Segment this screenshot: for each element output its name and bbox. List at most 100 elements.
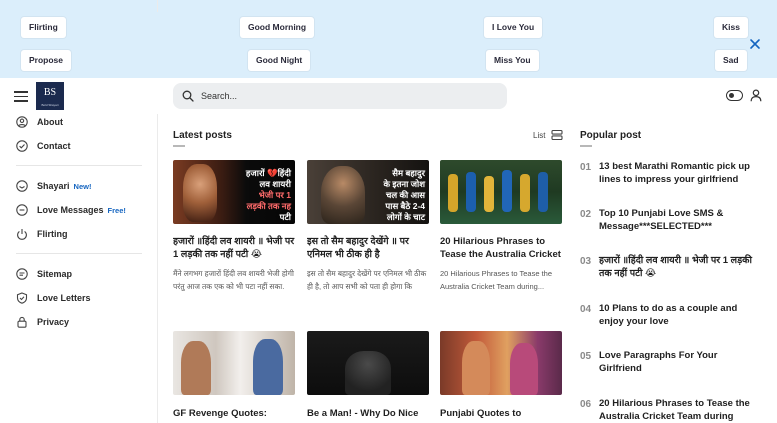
post-title[interactable]: Punjabi Quotes to (440, 407, 562, 423)
sidebar-item-label: Love Messages (37, 205, 104, 215)
sidebar-item-flirting[interactable]: Flirting (16, 227, 68, 241)
tag-good-morning[interactable]: Good Morning (240, 17, 315, 38)
post-snippet: इस तो सैम बहादुर देखेंगे पर एनिमल भी ठीक… (307, 269, 427, 291)
logo-subtext: Bold Shayari (41, 103, 59, 107)
player-figure (448, 174, 458, 212)
popular-item[interactable]: 01 13 best Marathi Romantic pick up line… (580, 160, 765, 186)
new-badge: New! (73, 181, 92, 191)
post-card[interactable]: 20 Hilarious Phrases to Tease the Austra… (440, 160, 562, 293)
post-card[interactable]: सैम बहादुर के इतना जोश चल की आस पास बैठे… (307, 160, 429, 293)
sidebar-item-label: Privacy (37, 317, 70, 327)
rank-number: 04 (580, 304, 592, 315)
free-badge: Free! (107, 205, 126, 215)
popular-title[interactable]: Love Paragraphs For Your Girlfriend (599, 349, 762, 375)
post-card[interactable]: Be a Man! - Why Do Nice (307, 331, 429, 423)
sidebar-divider (16, 165, 142, 166)
rank-number: 05 (580, 351, 592, 362)
popular-post-heading: Popular post (580, 130, 642, 141)
post-card[interactable]: हजारों 💔हिंदी लव शायरी भेजी पर 1 लड़की त… (173, 160, 295, 293)
site-logo[interactable]: BS Bold Shayari (36, 82, 64, 110)
tag-propose[interactable]: Propose (21, 50, 72, 71)
shield-icon (16, 292, 28, 304)
popular-item[interactable]: 02 Top 10 Punjabi Love SMS & Message***S… (580, 207, 765, 233)
post-thumbnail[interactable] (173, 331, 295, 395)
grid-icon (16, 268, 28, 280)
sidebar-item-label: Sitemap (37, 269, 73, 279)
list-label: List (533, 130, 546, 140)
latest-posts-heading: Latest posts (173, 130, 232, 141)
user-icon[interactable] (750, 89, 762, 102)
post-title[interactable]: 20 Hilarious Phrases to Tease the Austra… (440, 235, 562, 261)
post-thumbnail[interactable] (440, 331, 562, 395)
tag-flirting[interactable]: Flirting (21, 17, 66, 38)
popular-title[interactable]: हजारों ॥हिंदी लव शायरी ॥ भेजी पर 1 लड़की… (599, 254, 762, 280)
person-image (253, 339, 283, 395)
site-header: BS Bold Shayari (0, 78, 777, 114)
menu-icon[interactable] (14, 91, 28, 102)
sidebar-item-privacy[interactable]: Privacy (16, 315, 69, 329)
player-figure (520, 174, 530, 212)
portrait-image (183, 164, 217, 222)
layers-icon (16, 180, 28, 192)
tag-banner: Flirting Good Morning I Love You Kiss Pr… (0, 0, 777, 78)
lock-icon (17, 316, 27, 328)
search-input[interactable] (201, 87, 491, 105)
post-thumbnail[interactable] (307, 331, 429, 395)
popular-item[interactable]: 05 Love Paragraphs For Your Girlfriend (580, 349, 765, 375)
post-thumbnail[interactable] (440, 160, 562, 224)
heading-underline (173, 145, 185, 147)
post-title[interactable]: इस तो सैम बहादुर देखेंगे ॥ पर एनिमल भी ठ… (307, 235, 429, 261)
tag-i-love-you[interactable]: I Love You (484, 17, 543, 38)
rank-number: 01 (580, 162, 592, 173)
sidebar-item-sitemap[interactable]: Sitemap (16, 267, 72, 281)
post-snippet: मैंने लगभग हजारों हिंदी लव शायरी भेजी हो… (173, 269, 294, 291)
post-title[interactable]: GF Revenge Quotes: (173, 407, 295, 423)
sidebar-item-love-messages[interactable]: Love Messages Free! (16, 203, 126, 217)
silhouette-image (345, 351, 391, 395)
sidebar-item-about[interactable]: About (16, 115, 63, 129)
tag-sad[interactable]: Sad (715, 50, 747, 71)
post-title[interactable]: हजारों ॥हिंदी लव शायरी ॥ भेजी पर 1 लड़की… (173, 235, 295, 261)
player-figure (502, 170, 512, 212)
tag-miss-you[interactable]: Miss You (486, 50, 539, 71)
person-image (181, 341, 211, 395)
post-thumbnail[interactable]: सैम बहादुर के इतना जोश चल की आस पास बैठे… (307, 160, 429, 224)
popular-title[interactable]: Top 10 Punjabi Love SMS & Message***SELE… (599, 207, 762, 233)
close-icon[interactable] (748, 37, 762, 51)
dancer-image (510, 343, 538, 395)
post-card[interactable]: GF Revenge Quotes: (173, 331, 295, 423)
search-bar[interactable] (173, 83, 507, 109)
sidebar-item-label: About (37, 117, 63, 127)
tag-kiss[interactable]: Kiss (714, 17, 748, 38)
dark-mode-toggle[interactable] (726, 90, 743, 101)
sidebar-divider (16, 253, 142, 254)
heading-underline (580, 145, 592, 147)
chat-icon (16, 140, 28, 152)
sidebar-item-shayari[interactable]: Shayari New! (16, 179, 91, 193)
search-icon (182, 90, 194, 102)
popular-item[interactable]: 04 10 Plans to do as a couple and enjoy … (580, 302, 765, 328)
rank-number: 06 (580, 399, 592, 410)
post-title[interactable]: Be a Man! - Why Do Nice (307, 407, 429, 423)
popular-title[interactable]: 20 Hilarious Phrases to Tease the Austra… (599, 397, 762, 423)
popular-title[interactable]: 10 Plans to do as a couple and enjoy you… (599, 302, 762, 328)
post-thumbnail[interactable]: हजारों 💔हिंदी लव शायरी भेजी पर 1 लड़की त… (173, 160, 295, 224)
list-icon (551, 129, 564, 141)
rank-number: 03 (580, 256, 592, 267)
popular-item[interactable]: 06 20 Hilarious Phrases to Tease the Aus… (580, 397, 765, 423)
sidebar-item-label: Contact (37, 141, 71, 151)
sidebar-item-contact[interactable]: Contact (16, 139, 71, 153)
popular-title[interactable]: 13 best Marathi Romantic pick up lines t… (599, 160, 762, 186)
sidebar-item-love-letters[interactable]: Love Letters (16, 291, 91, 305)
tag-good-night[interactable]: Good Night (248, 50, 311, 71)
user-circle-icon (16, 116, 28, 128)
post-card[interactable]: Punjabi Quotes to (440, 331, 562, 423)
list-view-toggle[interactable]: List (533, 129, 564, 141)
thumbnail-caption: सैम बहादुर के इतना जोश चल की आस पास बैठे… (383, 168, 425, 222)
popular-item[interactable]: 03 हजारों ॥हिंदी लव शायरी ॥ भेजी पर 1 लड… (580, 254, 765, 280)
sidebar-item-label: Love Letters (37, 293, 91, 303)
portrait-image (321, 166, 365, 224)
power-icon (17, 229, 27, 240)
rank-number: 02 (580, 209, 592, 220)
divider (157, 0, 158, 12)
